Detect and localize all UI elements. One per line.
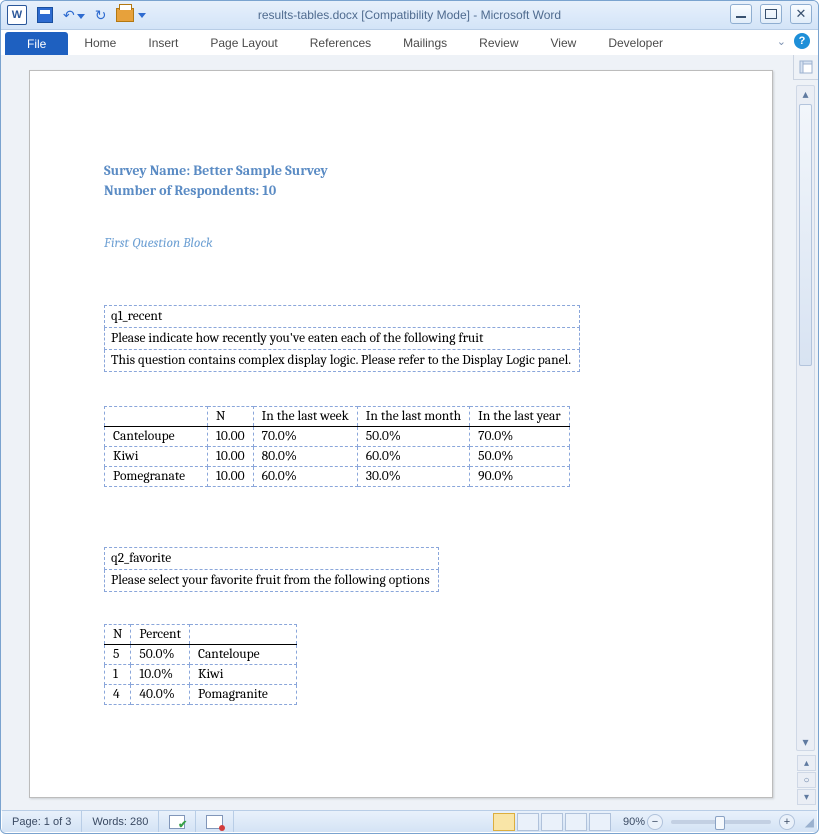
word-icon[interactable]: W [7,5,27,25]
q1-header-box: q1_recent Please indicate how recently y… [104,305,580,372]
table-row: Canteloupe10.0070.0%50.0%70.0% [105,426,570,446]
view-print-layout[interactable] [493,813,515,831]
app-window: W ↶ ↻ results-tables.docx [Compatibility… [0,0,819,834]
q1-data-table: N In the last week In the last month In … [104,406,570,487]
q2-text: Please select your favorite fruit from t… [105,569,439,591]
q1-col-week: In the last week [253,406,357,426]
quick-print-icon[interactable] [116,8,134,22]
q1-col-n: N [208,406,254,426]
tab-home[interactable]: Home [68,30,132,55]
tab-mailings[interactable]: Mailings [387,30,463,55]
word-count[interactable]: Words: 280 [82,811,159,832]
q2-col-percent: Percent [131,624,190,644]
file-tab[interactable]: File [5,32,68,55]
q1-id: q1_recent [105,305,580,327]
q2-id: q2_favorite [105,547,439,569]
page-indicator[interactable]: Page: 1 of 3 [2,811,82,832]
table-row: 440.0%Pomagranite [105,684,297,704]
vertical-scrollbar[interactable]: ▴ ▾ [796,85,815,751]
zoom-slider[interactable] [671,820,771,824]
scroll-up-icon[interactable]: ▴ [797,86,814,102]
zoom-level[interactable]: 90% [623,816,645,828]
scroll-down-icon[interactable]: ▾ [797,734,814,750]
resize-grip-icon[interactable]: ◢ [805,815,814,829]
document-area: Survey Name: Better Sample Survey Number… [1,55,818,811]
qat-customize-icon[interactable] [138,13,146,18]
tab-references[interactable]: References [294,30,387,55]
select-browse-object-icon[interactable]: ○ [797,772,816,788]
zoom-out-button[interactable]: − [647,814,663,830]
tab-insert[interactable]: Insert [132,30,194,55]
minimize-button[interactable] [730,4,752,24]
maximize-button[interactable] [760,4,782,24]
status-right: 90% − + [493,813,817,831]
q2-col-blank [189,624,296,644]
window-controls: ✕ [730,4,812,24]
previous-page-icon[interactable]: ▴ [797,755,816,771]
tab-page-layout[interactable]: Page Layout [194,30,293,55]
view-full-screen[interactable] [517,813,539,831]
save-icon[interactable] [37,7,53,23]
scroll-thumb[interactable] [799,104,812,366]
q2-header-box: q2_favorite Please select your favorite … [104,547,439,592]
document-page[interactable]: Survey Name: Better Sample Survey Number… [29,70,773,798]
redo-icon[interactable]: ↻ [95,8,107,22]
zoom-in-button[interactable]: + [779,814,795,830]
close-button[interactable]: ✕ [790,4,812,24]
tab-view[interactable]: View [535,30,593,55]
status-bar: Page: 1 of 3 Words: 280 ✔ 90% − + ◢ [2,810,817,832]
tab-developer[interactable]: Developer [592,30,679,55]
ribbon-tabs: File Home Insert Page Layout References … [1,30,818,56]
zoom-slider-thumb[interactable] [715,816,725,830]
table-row: 550.0%Canteloupe [105,644,297,664]
ruler-toggle[interactable] [793,55,818,80]
view-web-layout[interactable] [541,813,563,831]
q1-col-month: In the last month [357,406,469,426]
table-row: 110.0%Kiwi [105,664,297,684]
table-row: Pomegranate10.0060.0%30.0%90.0% [105,466,570,486]
q1-col-year: In the last year [470,406,569,426]
help-icon[interactable]: ? [794,33,810,49]
page-content: Survey Name: Better Sample Survey Number… [30,71,772,735]
q1-note: This question contains complex display l… [105,349,580,371]
minimize-ribbon-icon[interactable]: ⌄ [777,35,786,48]
survey-name: Survey Name: Better Sample Survey [104,161,702,181]
tab-review[interactable]: Review [463,30,534,55]
browse-object-controls: ▴ ○ ▾ [798,755,815,805]
respondent-count: Number of Respondents: 10 [104,181,702,201]
q2-col-n: N [105,624,131,644]
question-block-title: First Question Block [104,236,702,251]
next-page-icon[interactable]: ▾ [797,789,816,805]
view-outline[interactable] [565,813,587,831]
proofing-status[interactable]: ✔ [159,811,196,832]
undo-icon[interactable]: ↶ [63,8,85,22]
quick-access-toolbar: W ↶ ↻ [1,5,146,25]
macro-recording[interactable] [196,811,234,832]
q1-text: Please indicate how recently you've eate… [105,327,580,349]
view-draft[interactable] [589,813,611,831]
q2-data-table: N Percent 550.0%Canteloupe 110.0%Kiwi 44… [104,624,297,705]
table-row: Kiwi10.0080.0%60.0%50.0% [105,446,570,466]
q1-col-blank [105,406,208,426]
title-bar: W ↶ ↻ results-tables.docx [Compatibility… [1,1,818,30]
